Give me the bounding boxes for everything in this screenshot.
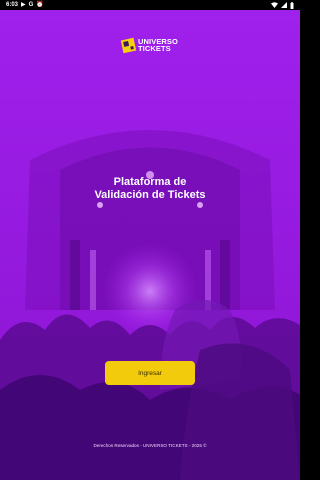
footer-copyright: Derechos Reservados - UNIVERSO TICKETS -… (93, 443, 207, 448)
logo-text: UNIVERSO TICKETS (138, 38, 178, 53)
play-store-icon: ▶ (21, 2, 26, 8)
status-left: 6:03 ▶ G ⏰ (6, 0, 44, 10)
concert-image (0, 10, 300, 480)
logo-line-2: TICKETS (138, 44, 171, 53)
status-bar: 6:03 ▶ G ⏰ (0, 0, 300, 10)
title-line-1: Plataforma de (113, 176, 187, 188)
signal-icon (281, 2, 287, 8)
login-button[interactable]: Ingresar (105, 361, 195, 385)
ticket-logo-icon (120, 37, 137, 53)
status-time: 6:03 (6, 2, 19, 8)
status-right (271, 1, 294, 9)
alarm-icon: ⏰ (36, 2, 44, 8)
wifi-icon (271, 2, 278, 8)
universo-tickets-logo: UNIVERSO TICKETS (0, 37, 300, 53)
title-line-2: Validación de Tickets (94, 189, 206, 201)
concert-background (0, 10, 300, 480)
battery-icon (290, 1, 294, 9)
g-icon: G (28, 2, 34, 8)
page-title: Plataforma de Validación de Tickets (0, 176, 300, 202)
